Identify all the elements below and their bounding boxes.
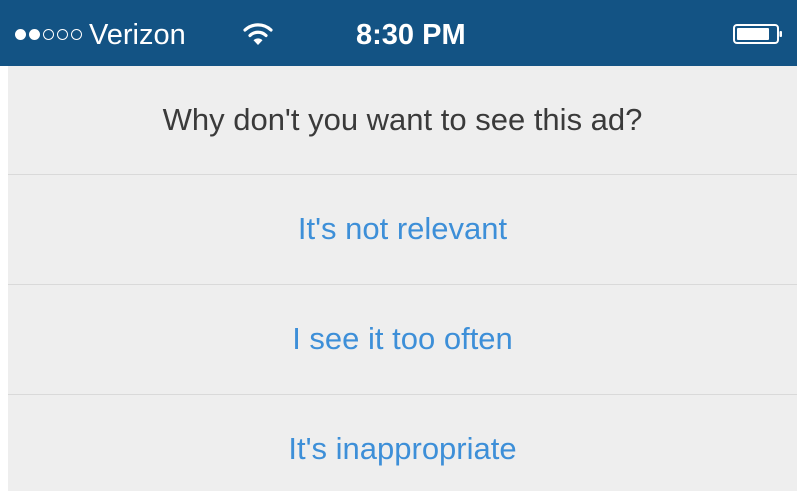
screen: Verizon 8:30 PM Why don't you want to se… xyxy=(0,0,797,491)
carrier-name: Verizon xyxy=(89,19,186,51)
wifi-icon xyxy=(243,23,273,45)
status-bar: Verizon 8:30 PM xyxy=(0,0,797,66)
status-time: 8:30 PM xyxy=(356,19,466,51)
signal-dot xyxy=(43,29,54,40)
ad-feedback-sheet: Why don't you want to see this ad? It's … xyxy=(8,66,797,491)
signal-dot xyxy=(29,29,40,40)
sheet-title: Why don't you want to see this ad? xyxy=(162,102,643,137)
option-inappropriate-button[interactable]: It's inappropriate xyxy=(8,395,797,491)
battery-icon xyxy=(733,24,782,44)
option-too-often-button[interactable]: I see it too often xyxy=(8,285,797,393)
signal-strength-icon xyxy=(15,29,82,40)
signal-dot xyxy=(15,29,26,40)
option-not-relevant-button[interactable]: It's not relevant xyxy=(8,175,797,283)
signal-dot xyxy=(71,29,82,40)
signal-dot xyxy=(57,29,68,40)
